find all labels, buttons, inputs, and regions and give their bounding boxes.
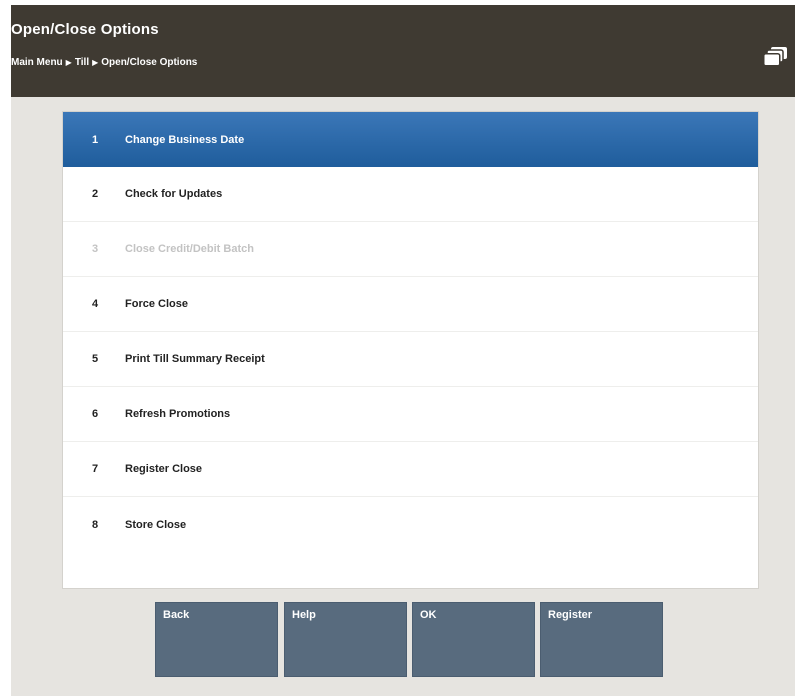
menu-item-number: 1 — [91, 133, 99, 146]
menu-item-close-credit-debit-batch: 3 Close Credit/Debit Batch — [63, 222, 758, 277]
menu-item-store-close[interactable]: 8 Store Close — [63, 497, 758, 552]
menu-item-number: 5 — [91, 353, 99, 365]
menu-item-label: Register Close — [125, 463, 203, 475]
menu-item-label: Force Close — [125, 298, 188, 310]
menu-item-label: Print Till Summary Receipt — [125, 353, 265, 365]
ok-button[interactable]: OK — [412, 602, 535, 677]
menu-item-label: Refresh Promotions — [125, 408, 231, 420]
menu-item-number: 6 — [91, 408, 99, 420]
menu-item-force-close[interactable]: 4 Force Close — [63, 277, 758, 332]
back-button[interactable]: Back — [155, 602, 278, 677]
menu-item-number: 8 — [91, 518, 99, 531]
menu-item-number: 7 — [91, 463, 99, 475]
menu-item-register-close[interactable]: 7 Register Close — [63, 442, 758, 497]
menu-item-check-for-updates[interactable]: 2 Check for Updates — [63, 167, 758, 222]
menu-item-number: 2 — [91, 188, 99, 200]
menu-item-label: Store Close — [125, 518, 187, 531]
menu-item-label: Close Credit/Debit Batch — [125, 243, 254, 255]
stacked-windows-icon[interactable] — [763, 46, 789, 68]
breadcrumb-current: Open/Close Options — [101, 57, 198, 68]
menu-item-change-business-date[interactable]: 1 Change Business Date — [63, 112, 758, 167]
menu-item-refresh-promotions[interactable]: 6 Refresh Promotions — [63, 387, 758, 442]
breadcrumb-main-menu[interactable]: Main Menu — [11, 57, 63, 68]
app-window: Open/Close Options Main Menu ▶ Till ▶ Op… — [11, 5, 795, 696]
menu-item-label: Change Business Date — [125, 133, 245, 146]
help-button[interactable]: Help — [284, 602, 407, 677]
register-button[interactable]: Register — [540, 602, 663, 677]
menu-item-number: 3 — [91, 243, 99, 255]
breadcrumb-till[interactable]: Till — [75, 57, 89, 68]
options-menu: 1 Change Business Date 2 Check for Updat… — [62, 111, 759, 589]
menu-item-print-till-summary-receipt[interactable]: 5 Print Till Summary Receipt — [63, 332, 758, 387]
breadcrumb: Main Menu ▶ Till ▶ Open/Close Options — [11, 57, 197, 68]
page-title: Open/Close Options — [11, 21, 159, 38]
header-bar: Open/Close Options Main Menu ▶ Till ▶ Op… — [11, 5, 795, 97]
breadcrumb-separator-icon: ▶ — [65, 58, 72, 67]
menu-item-number: 4 — [91, 298, 99, 310]
menu-item-label: Check for Updates — [125, 188, 223, 200]
breadcrumb-separator-icon: ▶ — [92, 58, 99, 67]
